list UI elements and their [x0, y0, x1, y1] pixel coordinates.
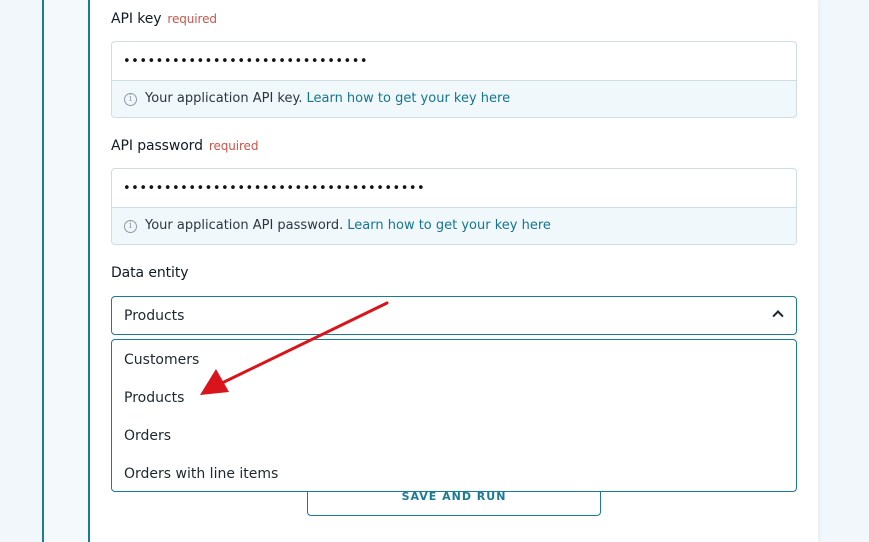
required-tag: required: [167, 12, 217, 26]
api-key-label: API key required: [111, 11, 217, 27]
api-key-help-link[interactable]: Learn how to get your key here: [306, 81, 510, 117]
api-password-label: API password required: [111, 138, 259, 154]
api-password-input[interactable]: •••••••••••••••••••••••••••••••••••••: [112, 169, 796, 208]
api-key-field-group: •••••••••••••••••••••••••••••• i Your ap…: [111, 41, 797, 118]
data-entity-label: Data entity: [111, 265, 189, 281]
dropdown-option-orders-with-line-items[interactable]: Orders with line items: [112, 455, 796, 493]
dropdown-option-customers[interactable]: Customers: [112, 341, 796, 379]
chevron-up-icon: [772, 310, 784, 322]
api-key-hint: i Your application API key. Learn how to…: [112, 81, 796, 117]
info-icon: i: [124, 219, 137, 233]
required-tag: required: [208, 139, 259, 153]
api-password-help-link[interactable]: Learn how to get your key here: [347, 208, 551, 244]
api-password-hint: i Your application API password. Learn h…: [112, 208, 796, 244]
api-key-input[interactable]: ••••••••••••••••••••••••••••••: [112, 42, 796, 81]
dropdown-option-orders[interactable]: Orders: [112, 417, 796, 455]
data-entity-dropdown: Customers Products Orders Orders with li…: [111, 339, 797, 492]
info-icon: i: [124, 92, 137, 106]
dropdown-option-products[interactable]: Products: [112, 379, 796, 417]
api-password-field-group: ••••••••••••••••••••••••••••••••••••• i …: [111, 168, 797, 245]
selected-value: Products: [124, 307, 185, 324]
data-entity-select[interactable]: Products: [111, 296, 797, 335]
